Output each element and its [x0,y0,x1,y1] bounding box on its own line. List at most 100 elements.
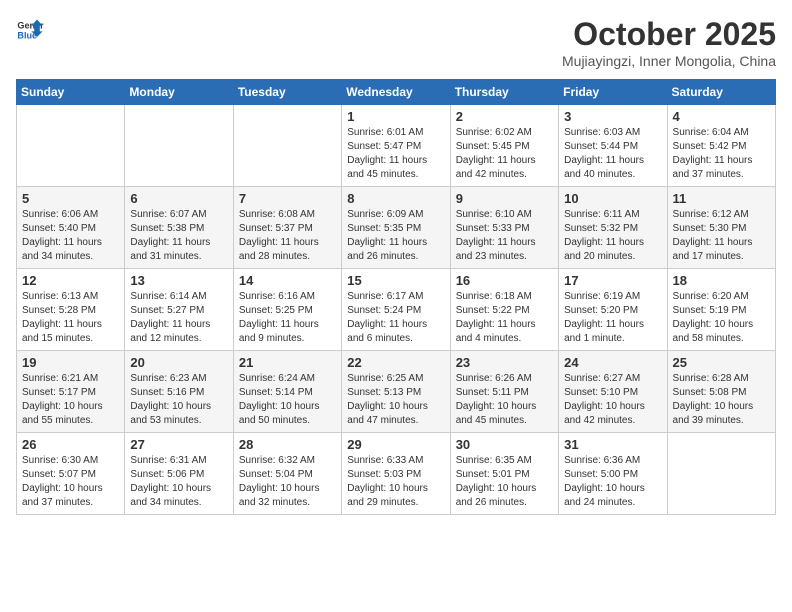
cell-info: and 45 minutes. [347,168,444,182]
cell-info: Sunset: 5:04 PM [239,468,336,482]
day-number: 2 [456,109,553,124]
cell-info: and 53 minutes. [130,414,227,428]
cell-info: Daylight: 10 hours [239,482,336,496]
cell-info: Sunrise: 6:32 AM [239,454,336,468]
cell-info: Sunrise: 6:11 AM [564,208,661,222]
cell-info: Sunset: 5:30 PM [673,222,770,236]
cell-info: and 29 minutes. [347,496,444,510]
col-header-thursday: Thursday [450,80,558,105]
cell-info: Daylight: 10 hours [22,400,119,414]
day-number: 23 [456,355,553,370]
cell-info: Sunrise: 6:16 AM [239,290,336,304]
cell-info: and 37 minutes. [22,496,119,510]
cell-info: Daylight: 11 hours [564,318,661,332]
cell-info: Sunrise: 6:21 AM [22,372,119,386]
day-number: 28 [239,437,336,452]
cell-info: Sunset: 5:11 PM [456,386,553,400]
title-block: October 2025 Mujiayingzi, Inner Mongolia… [562,16,776,69]
calendar-cell: 21Sunrise: 6:24 AMSunset: 5:14 PMDayligh… [233,351,341,433]
day-number: 15 [347,273,444,288]
cell-info: and 4 minutes. [456,332,553,346]
day-number: 30 [456,437,553,452]
cell-info: and 50 minutes. [239,414,336,428]
calendar-cell: 1Sunrise: 6:01 AMSunset: 5:47 PMDaylight… [342,105,450,187]
cell-info: Sunset: 5:13 PM [347,386,444,400]
cell-info: Sunset: 5:24 PM [347,304,444,318]
day-number: 3 [564,109,661,124]
day-number: 29 [347,437,444,452]
cell-info: Daylight: 11 hours [673,154,770,168]
cell-info: Sunset: 5:19 PM [673,304,770,318]
calendar-cell: 7Sunrise: 6:08 AMSunset: 5:37 PMDaylight… [233,187,341,269]
calendar-cell [667,433,775,515]
cell-info: Daylight: 10 hours [673,318,770,332]
calendar-cell: 13Sunrise: 6:14 AMSunset: 5:27 PMDayligh… [125,269,233,351]
day-number: 25 [673,355,770,370]
cell-info: Sunrise: 6:28 AM [673,372,770,386]
cell-info: and 32 minutes. [239,496,336,510]
cell-info: Sunset: 5:03 PM [347,468,444,482]
cell-info: Sunset: 5:44 PM [564,140,661,154]
cell-info: Sunrise: 6:13 AM [22,290,119,304]
calendar-cell: 22Sunrise: 6:25 AMSunset: 5:13 PMDayligh… [342,351,450,433]
cell-info: Daylight: 11 hours [456,236,553,250]
day-number: 17 [564,273,661,288]
cell-info: Sunrise: 6:18 AM [456,290,553,304]
header-row: SundayMondayTuesdayWednesdayThursdayFrid… [17,80,776,105]
calendar-cell: 26Sunrise: 6:30 AMSunset: 5:07 PMDayligh… [17,433,125,515]
cell-info: Sunrise: 6:06 AM [22,208,119,222]
cell-info: Daylight: 11 hours [456,154,553,168]
cell-info: Sunset: 5:00 PM [564,468,661,482]
cell-info: Daylight: 11 hours [673,236,770,250]
cell-info: Daylight: 10 hours [564,400,661,414]
cell-info: Daylight: 10 hours [130,482,227,496]
calendar-cell: 23Sunrise: 6:26 AMSunset: 5:11 PMDayligh… [450,351,558,433]
calendar-cell: 27Sunrise: 6:31 AMSunset: 5:06 PMDayligh… [125,433,233,515]
calendar-cell: 2Sunrise: 6:02 AMSunset: 5:45 PMDaylight… [450,105,558,187]
cell-info: Sunset: 5:08 PM [673,386,770,400]
calendar-cell: 28 Sunrise: 6:32 AMSunset: 5:04 PMDayligh… [233,433,341,515]
cell-info: and 40 minutes. [564,168,661,182]
day-number: 21 [239,355,336,370]
calendar-cell: 10Sunrise: 6:11 AMSunset: 5:32 PMDayligh… [559,187,667,269]
cell-info: and 34 minutes. [130,496,227,510]
col-header-friday: Friday [559,80,667,105]
cell-info: Sunset: 5:20 PM [564,304,661,318]
day-number: 12 [22,273,119,288]
calendar-cell: 19Sunrise: 6:21 AMSunset: 5:17 PMDayligh… [17,351,125,433]
cell-info: and 37 minutes. [673,168,770,182]
cell-info: and 31 minutes. [130,250,227,264]
cell-info: Sunrise: 6:30 AM [22,454,119,468]
cell-info: Sunset: 5:22 PM [456,304,553,318]
calendar-cell: 11Sunrise: 6:12 AMSunset: 5:30 PMDayligh… [667,187,775,269]
cell-info: Daylight: 10 hours [456,400,553,414]
calendar-cell: 17Sunrise: 6:19 AMSunset: 5:20 PMDayligh… [559,269,667,351]
week-row-4: 19Sunrise: 6:21 AMSunset: 5:17 PMDayligh… [17,351,776,433]
cell-info: Sunrise: 6:25 AM [347,372,444,386]
cell-info: Daylight: 10 hours [673,400,770,414]
cell-info: Sunset: 5:42 PM [673,140,770,154]
cell-info: and 15 minutes. [22,332,119,346]
cell-info: Daylight: 11 hours [130,236,227,250]
cell-info: Sunrise: 6:33 AM [347,454,444,468]
col-header-sunday: Sunday [17,80,125,105]
cell-info: and 26 minutes. [347,250,444,264]
cell-info: and 23 minutes. [456,250,553,264]
calendar-cell: 6Sunrise: 6:07 AMSunset: 5:38 PMDaylight… [125,187,233,269]
cell-info: Sunset: 5:28 PM [22,304,119,318]
cell-info: Sunset: 5:01 PM [456,468,553,482]
calendar-cell: 16Sunrise: 6:18 AMSunset: 5:22 PMDayligh… [450,269,558,351]
day-number: 19 [22,355,119,370]
day-number: 20 [130,355,227,370]
col-header-tuesday: Tuesday [233,80,341,105]
calendar-cell: 4Sunrise: 6:04 AMSunset: 5:42 PMDaylight… [667,105,775,187]
day-number: 26 [22,437,119,452]
calendar-cell: 25 Sunrise: 6:28 AMSunset: 5:08 PMDayligh… [667,351,775,433]
month-title: October 2025 [562,16,776,53]
calendar-cell: 9Sunrise: 6:10 AMSunset: 5:33 PMDaylight… [450,187,558,269]
day-number: 10 [564,191,661,206]
cell-info: Sunrise: 6:24 AM [239,372,336,386]
week-row-5: 26Sunrise: 6:30 AMSunset: 5:07 PMDayligh… [17,433,776,515]
cell-info: Daylight: 11 hours [347,154,444,168]
day-number: 6 [130,191,227,206]
